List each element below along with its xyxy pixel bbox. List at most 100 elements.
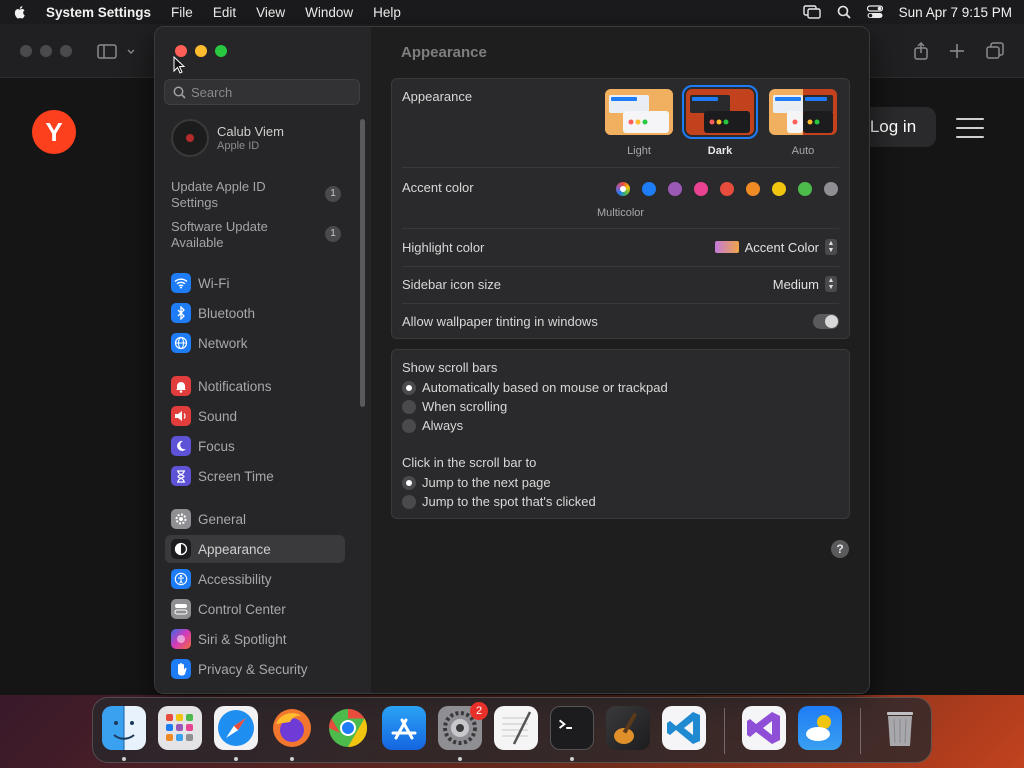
screen-mirroring-icon[interactable] xyxy=(802,5,821,19)
yandex-logo[interactable]: Y xyxy=(32,110,76,154)
accent-orange-swatch[interactable] xyxy=(746,182,760,196)
dock-trash-icon[interactable] xyxy=(878,706,922,750)
appearance-auto-option[interactable] xyxy=(769,89,837,135)
sidebar-scrollbar[interactable] xyxy=(360,119,365,407)
dock-chrome-icon[interactable] xyxy=(326,706,370,750)
accent-green-swatch[interactable] xyxy=(798,182,812,196)
sidebar-item-wifi[interactable]: Wi-Fi xyxy=(165,269,345,297)
show-scroll-bars-label: Show scroll bars xyxy=(402,360,498,375)
hand-icon xyxy=(171,659,191,679)
update-apple-id-item[interactable]: Update Apple ID Settings 1 xyxy=(171,179,341,211)
avatar xyxy=(171,119,209,157)
dock-weather-icon[interactable] xyxy=(798,706,842,750)
dock-terminal-icon[interactable] xyxy=(550,706,594,750)
dock-visual-studio-icon[interactable] xyxy=(742,706,786,750)
user-name: Calub Viem xyxy=(217,124,284,139)
search-input[interactable] xyxy=(191,84,351,100)
sidebar-item-focus[interactable]: Focus xyxy=(165,432,345,460)
sidebar-item-notifications[interactable]: Notifications xyxy=(165,372,345,400)
sidebar-item-label: Accessibility xyxy=(198,571,272,587)
browser-zoom-dot[interactable] xyxy=(60,45,72,57)
sidebar-item-privacy[interactable]: Privacy & Security xyxy=(165,655,345,683)
sidebar-item-bluetooth[interactable]: Bluetooth xyxy=(165,299,345,327)
sidebar-item-label: Focus xyxy=(198,438,235,454)
appearance-light-option[interactable] xyxy=(605,89,673,135)
highlight-color-popup[interactable]: Accent Color ▲ ▼ xyxy=(714,239,837,255)
accent-graphite-swatch[interactable] xyxy=(824,182,838,196)
dock-textedit-icon[interactable] xyxy=(494,706,538,750)
sidebar-item-appearance[interactable]: Appearance xyxy=(165,535,345,563)
running-indicator xyxy=(234,757,238,761)
tab-overview-icon[interactable] xyxy=(984,40,1006,62)
appearance-dark-option[interactable] xyxy=(682,85,758,139)
sidebar-item-label: Notifications xyxy=(198,378,272,394)
browser-minimize-dot[interactable] xyxy=(40,45,52,57)
wifi-icon xyxy=(171,273,191,293)
radio-label: When scrolling xyxy=(422,399,508,414)
software-update-label: Software Update Available xyxy=(171,219,268,250)
sidebar-item-network[interactable]: Network xyxy=(165,329,345,357)
menu-view[interactable]: View xyxy=(256,5,285,20)
menu-file[interactable]: File xyxy=(171,5,193,20)
accent-pink-swatch[interactable] xyxy=(694,182,708,196)
jump-spot-clicked-radio[interactable]: Jump to the spot that's clicked xyxy=(402,494,596,509)
highlight-swatch xyxy=(714,241,739,253)
scroll-when-scrolling-radio[interactable]: When scrolling xyxy=(402,399,507,414)
chevron-down-icon[interactable] xyxy=(124,40,138,62)
software-update-item[interactable]: Software Update Available 1 xyxy=(171,219,341,251)
dock: 2 xyxy=(92,697,932,763)
browser-close-dot[interactable] xyxy=(20,45,32,57)
sidebar-toggle-icon[interactable] xyxy=(96,40,118,62)
spotlight-search-icon[interactable] xyxy=(837,5,851,19)
search-icon xyxy=(173,86,186,99)
running-indicator xyxy=(290,757,294,761)
appearance-label: Appearance xyxy=(402,89,473,104)
dock-vscode-icon[interactable] xyxy=(662,706,706,750)
dock-app-store-icon[interactable] xyxy=(382,706,426,750)
accent-yellow-swatch[interactable] xyxy=(772,182,786,196)
sidebar-icon-size-label: Sidebar icon size xyxy=(402,277,501,292)
menu-clock[interactable]: Sun Apr 7 9:15 PM xyxy=(899,5,1012,20)
apple-logo-icon[interactable] xyxy=(12,4,28,20)
menu-help[interactable]: Help xyxy=(373,5,401,20)
share-icon[interactable] xyxy=(910,40,932,62)
new-tab-plus-icon[interactable] xyxy=(946,40,968,62)
jump-next-page-radio[interactable]: Jump to the next page xyxy=(402,475,551,490)
divider xyxy=(402,167,839,168)
update-apple-id-label: Update Apple ID Settings xyxy=(171,179,266,210)
accent-red-swatch[interactable] xyxy=(720,182,734,196)
wallpaper-tinting-label: Allow wallpaper tinting in windows xyxy=(402,314,598,329)
menu-window[interactable]: Window xyxy=(305,5,353,20)
sidebar-item-general[interactable]: General xyxy=(165,505,345,533)
sidebar-item-accessibility[interactable]: Accessibility xyxy=(165,565,345,593)
sidebar-item-sound[interactable]: Sound xyxy=(165,402,345,430)
scroll-auto-radio[interactable]: Automatically based on mouse or trackpad xyxy=(402,380,668,395)
window-zoom-button[interactable] xyxy=(215,45,227,57)
hamburger-menu-icon[interactable] xyxy=(956,118,984,138)
dock-firefox-icon[interactable] xyxy=(270,706,314,750)
sidebar-icon-size-popup[interactable]: Medium ▲ ▼ xyxy=(773,276,837,292)
dock-separator xyxy=(860,708,861,754)
dock-finder-icon[interactable] xyxy=(102,706,146,750)
menu-app-name[interactable]: System Settings xyxy=(46,5,151,20)
apple-id-row[interactable]: Calub Viem Apple ID xyxy=(171,119,284,157)
help-button[interactable]: ? xyxy=(831,540,849,558)
settings-sidebar: Calub Viem Apple ID Update Apple ID Sett… xyxy=(155,27,371,693)
scroll-always-radio[interactable]: Always xyxy=(402,418,463,433)
sidebar-icon-size-value: Medium xyxy=(772,276,819,292)
accent-blue-swatch[interactable] xyxy=(642,182,656,196)
sidebar-item-siri[interactable]: Siri & Spotlight xyxy=(165,625,345,653)
accent-purple-swatch[interactable] xyxy=(668,182,682,196)
sidebar-item-control-center[interactable]: Control Center xyxy=(165,595,345,623)
control-center-icon[interactable] xyxy=(866,5,883,19)
accent-multicolor-swatch[interactable] xyxy=(616,182,630,196)
menu-edit[interactable]: Edit xyxy=(213,5,236,20)
dock-launchpad-icon[interactable] xyxy=(158,706,202,750)
sidebar-item-screen-time[interactable]: Screen Time xyxy=(165,462,345,490)
running-indicator xyxy=(458,757,462,761)
radio-selected xyxy=(402,380,416,395)
wallpaper-tinting-toggle[interactable] xyxy=(813,314,839,329)
dock-safari-icon[interactable] xyxy=(214,706,258,750)
window-minimize-button[interactable] xyxy=(195,45,207,57)
dock-garageband-icon[interactable] xyxy=(606,706,650,750)
